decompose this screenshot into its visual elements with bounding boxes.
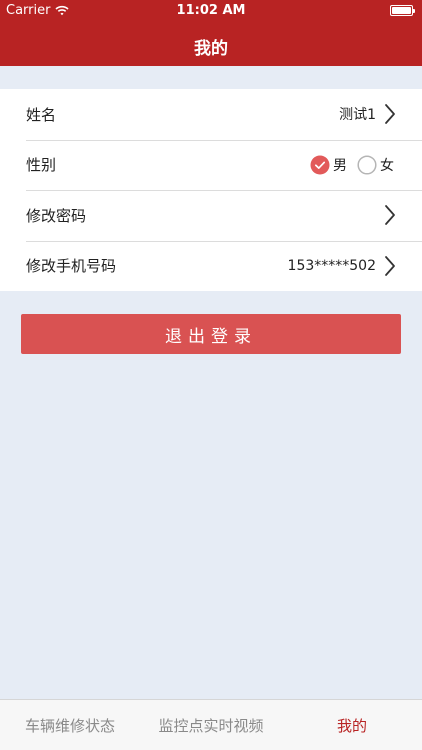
row-change-password[interactable]: 修改密码 xyxy=(0,190,422,241)
gender-female-label: 女 xyxy=(380,157,394,174)
battery-level xyxy=(392,7,411,14)
gender-label: 性别 xyxy=(26,156,57,175)
chevron-right-icon xyxy=(385,205,395,226)
row-name[interactable]: 姓名 测试1 xyxy=(0,89,422,140)
change-password-right xyxy=(384,204,396,226)
status-bar: Carrier 11:02 AM xyxy=(0,0,422,22)
tab-monitoring-live-video[interactable]: 监控点实时视频 xyxy=(140,700,282,750)
chevron-right-icon xyxy=(385,255,395,276)
chevron-right-icon xyxy=(385,104,395,125)
name-value: 测试1 xyxy=(339,107,376,124)
gender-radio-group: 男 女 xyxy=(310,155,396,175)
tab-me[interactable]: 我的 xyxy=(282,700,422,750)
radio-unchecked-icon[interactable] xyxy=(357,155,377,175)
name-label: 姓名 xyxy=(26,105,57,124)
row-gender: 性别 男 女 xyxy=(0,139,422,191)
logout-button[interactable]: 退出登录 xyxy=(21,314,401,354)
page-title: 我的 xyxy=(194,39,228,59)
header: Carrier 11:02 AM 我的 xyxy=(0,0,422,66)
tab-bar: 车辆维修状态 监控点实时视频 我的 xyxy=(0,699,422,750)
battery-icon xyxy=(390,5,415,16)
change-phone-label: 修改手机号码 xyxy=(26,257,117,276)
change-phone-right: 153*****502 xyxy=(288,255,396,277)
row-change-phone[interactable]: 修改手机号码 153*****502 xyxy=(0,240,422,292)
name-right: 测试1 xyxy=(339,103,396,125)
phone-value: 153*****502 xyxy=(287,257,376,274)
gender-option-male[interactable]: 男 xyxy=(310,155,349,175)
gender-option-female[interactable]: 女 xyxy=(357,155,396,175)
gender-male-label: 男 xyxy=(333,157,347,174)
radio-checked-icon[interactable] xyxy=(310,155,330,175)
change-password-label: 修改密码 xyxy=(26,206,87,225)
tab-vehicle-repair-status[interactable]: 车辆维修状态 xyxy=(0,700,140,750)
status-time: 11:02 AM xyxy=(176,3,246,18)
profile-list: 姓名 测试1 性别 男 女 修改密码 修改手机号码 153*****502 xyxy=(0,89,422,291)
